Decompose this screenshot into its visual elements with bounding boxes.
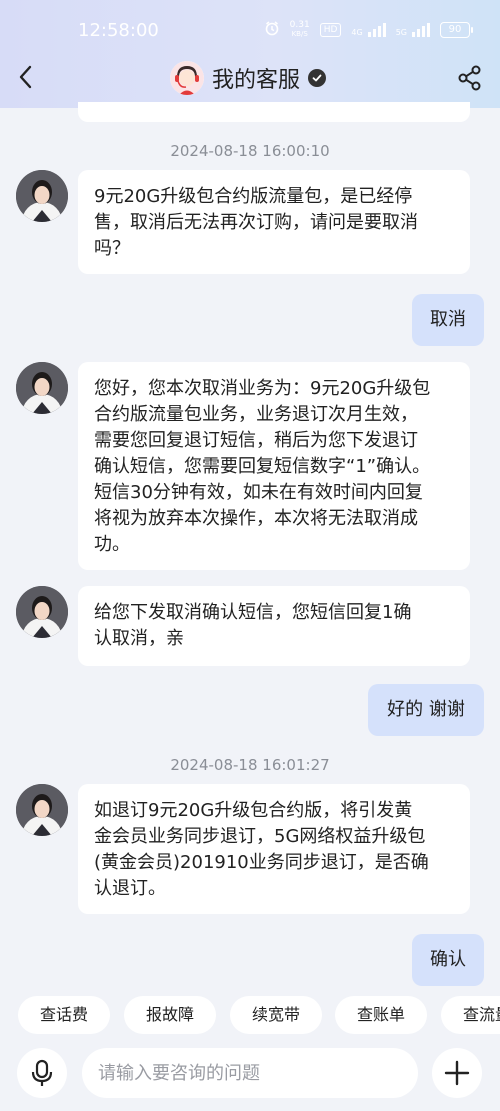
- quick-reply-chip[interactable]: 续宽带: [230, 996, 322, 1034]
- signal-1-label: 4G: [351, 27, 363, 37]
- alarm-icon: [264, 20, 280, 39]
- message-timestamp: 2024-08-18 16:00:10: [170, 142, 330, 160]
- signal-bars-icon: [367, 22, 386, 37]
- header-bar: 12:58:00 0.31 KB/S HD 4G 5G 90 我的客服: [0, 0, 500, 108]
- signal-2-label: 5G: [395, 27, 407, 37]
- quick-reply-chip[interactable]: 查账单: [335, 996, 427, 1034]
- net-speed-value: 0.31: [289, 19, 310, 30]
- agent-avatar: [16, 784, 68, 836]
- agent-avatar: [16, 586, 68, 638]
- battery-indicator: 90: [440, 21, 473, 38]
- microphone-icon: [31, 1059, 53, 1086]
- net-speed-unit: KB/S: [291, 29, 308, 38]
- signal-2: 5G: [395, 22, 430, 37]
- back-arrow-icon: [19, 65, 32, 89]
- agent-avatar: [16, 362, 68, 414]
- quick-reply-bar: 查话费 报故障 续宽带 查账单 查流量: [0, 996, 500, 1036]
- input-bar: [0, 1040, 500, 1111]
- incoming-message: 9元20G升级包合约版流量包，是已经停 售，取消后无法再次订购，请问是要取消 吗…: [78, 170, 470, 274]
- net-speed: 0.31 KB/S: [289, 19, 310, 39]
- status-time: 12:58:00: [78, 20, 159, 41]
- voice-input-button[interactable]: [17, 1048, 67, 1098]
- signal-bars-icon: [412, 22, 430, 37]
- service-avatar: [170, 61, 204, 95]
- share-icon: [458, 65, 481, 91]
- add-attachment-button[interactable]: [432, 1048, 482, 1098]
- signal-1: 4G: [351, 22, 386, 37]
- previous-message-bubble: [78, 102, 470, 122]
- quick-reply-chip[interactable]: 查流量: [441, 996, 500, 1034]
- outgoing-message: 好的 谢谢: [368, 684, 484, 736]
- back-button[interactable]: [12, 62, 42, 92]
- agent-avatar: [16, 170, 68, 222]
- share-button[interactable]: [456, 64, 484, 92]
- verified-check-icon: [308, 69, 327, 87]
- outgoing-message: 取消: [412, 294, 484, 346]
- incoming-message: 如退订9元20G升级包合约版，将引发黄 金会员业务同步退订，5G网络权益升级包 …: [78, 784, 470, 914]
- hd-badge: HD: [319, 22, 342, 37]
- quick-reply-chip[interactable]: 查话费: [18, 996, 110, 1034]
- message-timestamp: 2024-08-18 16:01:27: [170, 756, 330, 774]
- page-title: 我的客服: [212, 68, 301, 93]
- message-input[interactable]: [82, 1048, 418, 1098]
- quick-reply-chip[interactable]: 报故障: [124, 996, 216, 1034]
- outgoing-message: 确认: [412, 934, 484, 986]
- plus-icon: [444, 1060, 470, 1086]
- incoming-message: 您好，您本次取消业务为：9元20G升级包 合约版流量包业务，业务退订次月生效， …: [78, 362, 470, 570]
- incoming-message: 给您下发取消确认短信，您短信回复1确 认取消，亲: [78, 586, 470, 666]
- status-icons: 0.31 KB/S HD 4G 5G 90: [264, 19, 473, 39]
- status-bar: 12:58:00 0.31 KB/S HD 4G 5G 90: [0, 0, 500, 62]
- title-group: 我的客服: [170, 60, 327, 96]
